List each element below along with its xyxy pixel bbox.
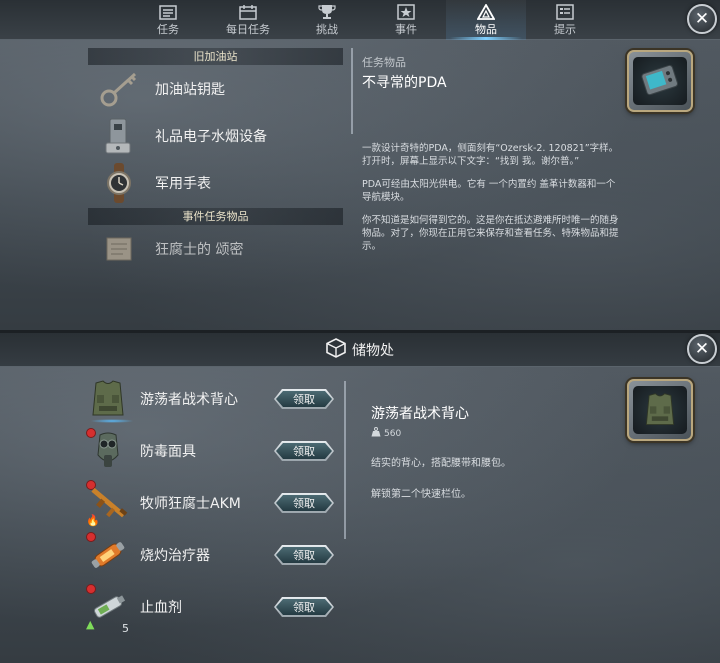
item-name: 加油站钥匙: [155, 81, 225, 98]
scroll-icon: [95, 228, 145, 270]
tactical-vest-icon: [633, 386, 687, 434]
item-weight: 560: [371, 427, 611, 440]
tab-label: 提示: [554, 23, 576, 36]
calendar-icon: [237, 4, 259, 20]
tab-label: 任务: [157, 23, 179, 36]
trophy-icon: [316, 4, 338, 20]
item-description: 解锁第二个快速栏位。: [371, 489, 471, 500]
item-description: 你不知道是如何得到它的。这是你在抵达避难所时唯一的随身物品。对了，你现在正用它来…: [362, 215, 619, 252]
tab-hints[interactable]: 提示: [525, 0, 605, 40]
storage-item-tactical-vest[interactable]: 游荡者战术背心 领取: [80, 373, 342, 425]
tab-label: 挑战: [316, 23, 338, 36]
list-icon: [157, 4, 179, 20]
claim-button-label: 领取: [276, 599, 332, 615]
scrollbar[interactable]: [344, 381, 346, 539]
quest-items-panel: 任务 每日任务 挑战 事件 物品 提示 ✕ 旧加油站 加油站钥匙 礼品电子水烟设…: [0, 0, 720, 330]
item-name: 狂腐士的 颂密: [155, 241, 244, 258]
item-description: 一款设计奇特的PDA，侧面刻有“Ozersk-2. 120821”字样。打开时，…: [362, 143, 619, 167]
item-detail: 任务物品 不寻常的PDA 一款设计奇特的PDA，侧面刻有“Ozersk-2. 1…: [362, 54, 624, 253]
event-star-icon: [395, 4, 417, 20]
gas-mask-icon: [86, 429, 130, 473]
list-item-military-watch[interactable]: 军用手表: [85, 159, 345, 206]
storage-item-hemostatic[interactable]: ▲ 5 止血剂 领取: [80, 581, 342, 635]
storage-item-cauterizer[interactable]: 烧灼治疗器 领取: [80, 529, 342, 581]
item-title: 游荡者战术背心: [371, 406, 469, 422]
tab-events[interactable]: 事件: [366, 0, 446, 40]
close-icon: ✕: [694, 338, 710, 359]
claim-button[interactable]: 领取: [274, 389, 334, 409]
storage-box-icon: [326, 337, 346, 362]
tactical-vest-icon: [86, 377, 130, 421]
vape-device-icon: [95, 115, 145, 157]
claim-button[interactable]: 领取: [274, 545, 334, 565]
item-name: 防毒面具: [140, 444, 196, 460]
item-name: 军用手表: [155, 175, 211, 192]
item-name: 牧师狂腐士AKM: [140, 496, 241, 512]
key-icon: [95, 68, 145, 110]
item-weight-value: 560: [384, 428, 402, 439]
item-category: 任务物品: [362, 56, 406, 69]
watch-icon: [95, 162, 145, 204]
list-item-vape-device[interactable]: 礼品电子水烟设备: [85, 112, 345, 159]
item-name: 礼品电子水烟设备: [155, 128, 267, 145]
pda-device-icon: [633, 57, 687, 105]
claim-button-label: 领取: [276, 495, 332, 511]
item-description: 结实的背心，搭配腰带和腰包。: [371, 458, 511, 469]
tab-daily-quests[interactable]: 每日任务: [208, 0, 288, 40]
claim-button-label: 领取: [276, 547, 332, 563]
storage-item-list[interactable]: 游荡者战术背心 领取 防毒面具 领取 🔥 牧师狂腐士AKM 领取 烧灼治疗器 领…: [80, 373, 342, 663]
upgrade-fire-icon: 🔥: [86, 514, 100, 527]
close-icon: ✕: [694, 8, 710, 29]
hint-list-icon: [554, 4, 576, 20]
claim-button[interactable]: 领取: [274, 597, 334, 617]
scrollbar[interactable]: [351, 48, 353, 134]
item-description: PDA可经由太阳光供电。它有 一个内置约 盖革计数器和一个导航模块。: [362, 179, 616, 203]
storage-item-gas-mask[interactable]: 防毒面具 领取: [80, 425, 342, 477]
section-header: 旧加油站: [88, 48, 343, 65]
tab-quests[interactable]: 任务: [128, 0, 208, 40]
storage-header: 储物处: [0, 333, 720, 367]
close-button[interactable]: ✕: [687, 334, 717, 364]
list-item-event-scroll[interactable]: 狂腐士的 颂密: [85, 225, 345, 272]
item-portrait: [627, 50, 693, 112]
close-button[interactable]: ✕: [687, 4, 717, 34]
tab-label: 事件: [395, 23, 417, 36]
storage-item-akm-rifle[interactable]: 🔥 牧师狂腐士AKM 领取: [80, 477, 342, 529]
storage-item-detail: 游荡者战术背心 560 结实的背心，搭配腰带和腰包。 解锁第二个快速栏位。: [371, 403, 611, 500]
claim-button[interactable]: 领取: [274, 493, 334, 513]
weight-icon: [371, 427, 381, 440]
item-name: 游荡者战术背心: [140, 392, 238, 408]
upgrade-arrow-icon: ▲: [86, 618, 95, 631]
tab-challenges[interactable]: 挑战: [287, 0, 367, 40]
section-header: 事件任务物品: [88, 208, 343, 225]
item-name: 烧灼治疗器: [140, 548, 210, 564]
storage-title: 储物处: [352, 342, 394, 359]
item-title: 不寻常的PDA: [362, 75, 447, 91]
selection-indicator: [90, 419, 134, 423]
triangle-icon: [475, 4, 497, 20]
storage-panel: 储物处 ✕ 游荡者战术背心 领取 防毒面具 领取 🔥 牧师狂腐士AKM 领取 烧…: [0, 333, 720, 663]
claim-button-label: 领取: [276, 443, 332, 459]
claim-button[interactable]: 领取: [274, 441, 334, 461]
item-count: 5: [122, 622, 129, 635]
item-name: 止血剂: [140, 600, 182, 616]
tab-items[interactable]: 物品: [446, 0, 526, 40]
tab-label: 物品: [475, 23, 497, 36]
item-portrait: [627, 379, 693, 441]
quest-item-list[interactable]: 旧加油站 加油站钥匙 礼品电子水烟设备 军用手表 事件任务物品 狂腐士的 颂密: [85, 48, 345, 326]
tab-label: 每日任务: [226, 23, 270, 36]
cauterizer-icon: [86, 533, 130, 577]
list-item-gas-station-key[interactable]: 加油站钥匙: [85, 65, 345, 112]
claim-button-label: 领取: [276, 391, 332, 407]
top-navigation: 任务 每日任务 挑战 事件 物品 提示: [0, 0, 720, 40]
